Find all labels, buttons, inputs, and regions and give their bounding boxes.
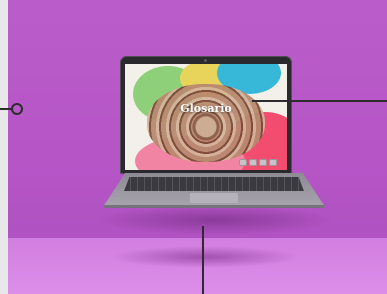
laptop-screen: Glosario [125, 64, 287, 170]
laptop-base-edge [103, 205, 325, 208]
screen-title: Glosario [180, 102, 232, 115]
mockup-scene: Glosario [0, 0, 387, 294]
laptop-lid: Glosario [120, 56, 292, 174]
aztec-calendar-image [147, 84, 265, 162]
leader-circle-icon [11, 103, 23, 115]
floor-shadow [110, 246, 300, 268]
last-icon[interactable] [269, 158, 277, 166]
keyboard [124, 177, 304, 191]
webcam-icon [204, 59, 207, 62]
next-icon[interactable] [259, 158, 267, 166]
prev-icon[interactable] [249, 158, 257, 166]
trackpad [190, 193, 238, 203]
laptop-shadow [95, 205, 335, 235]
slide-nav [239, 158, 279, 166]
first-icon[interactable] [239, 158, 247, 166]
left-edge [0, 0, 8, 294]
leader-line-bottom [202, 226, 204, 294]
leader-line-right [252, 100, 387, 102]
